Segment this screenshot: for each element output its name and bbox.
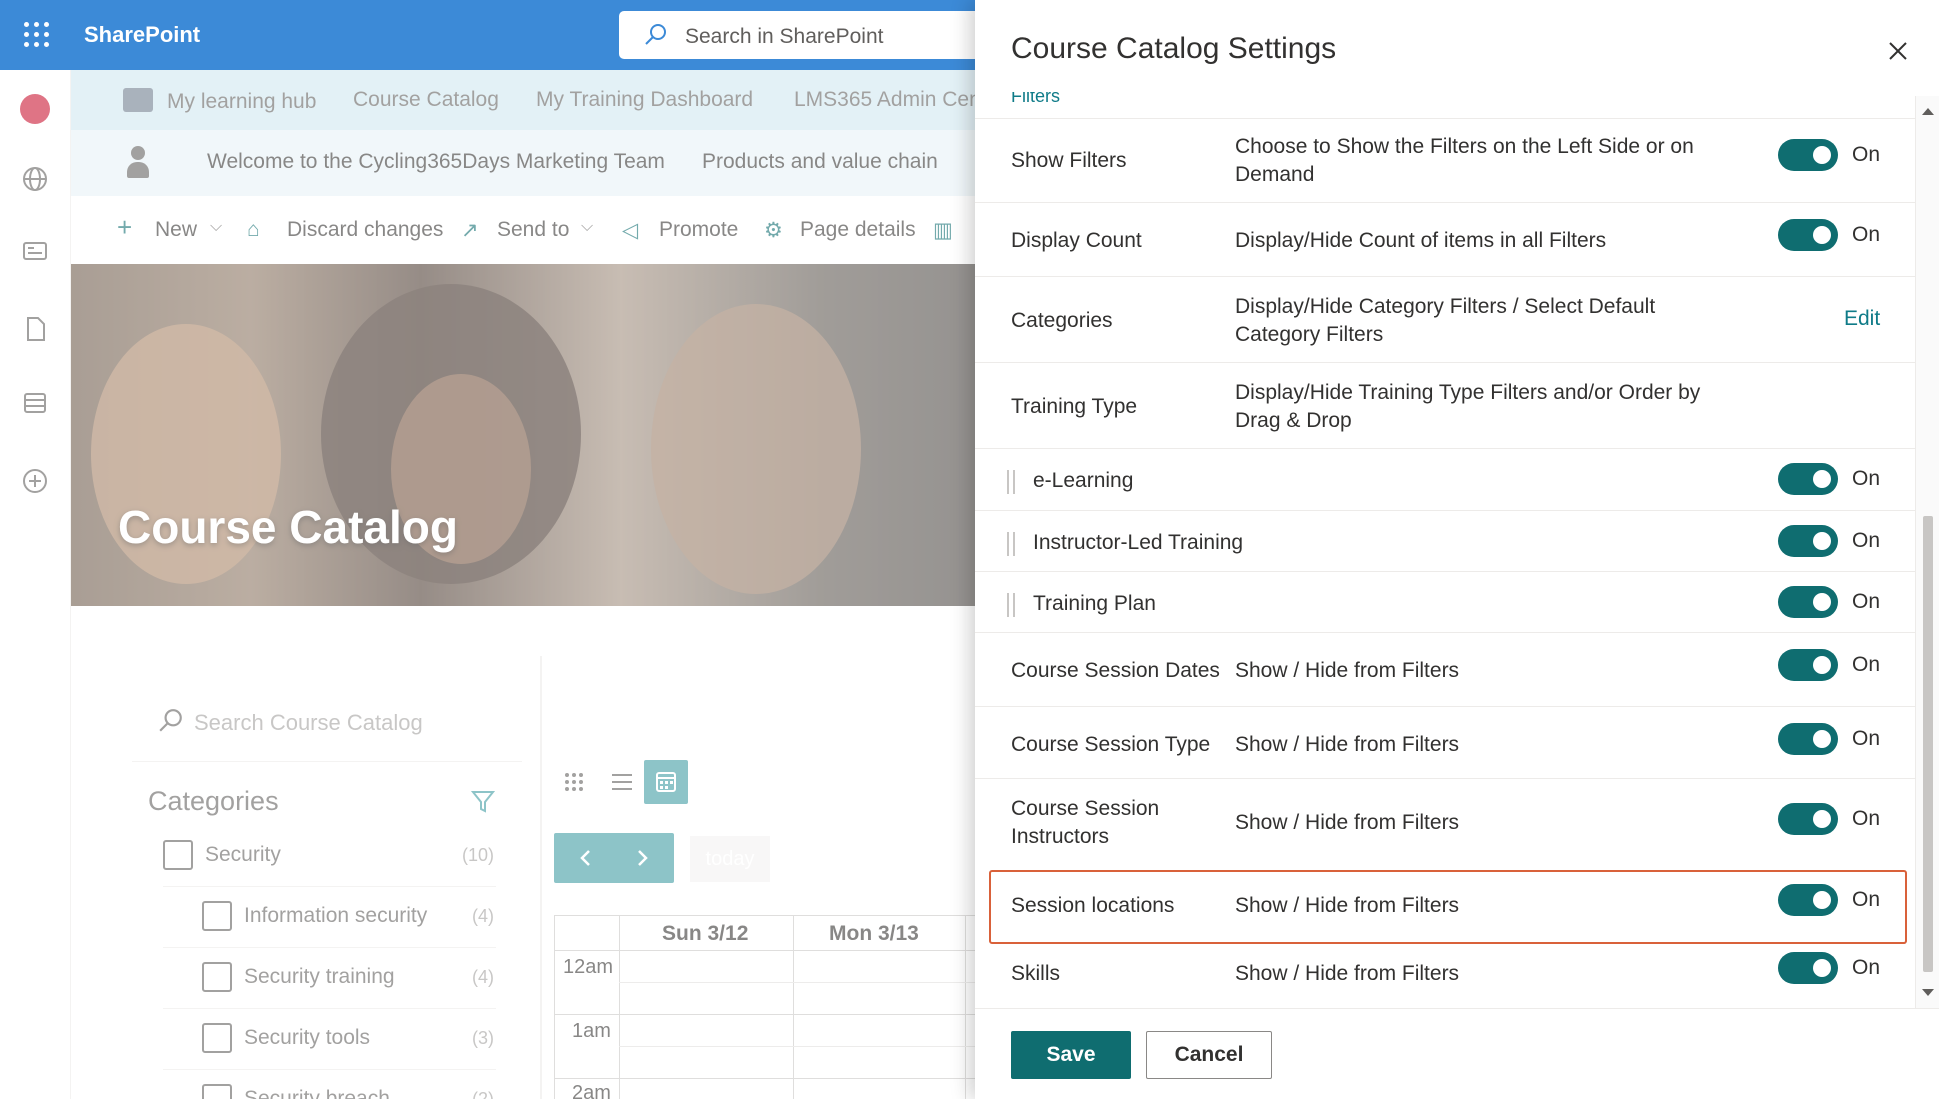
setting-name: Course Session Dates xyxy=(1011,659,1220,682)
session-locations-toggle[interactable] xyxy=(1778,884,1838,916)
setting-row-skills: Skills Show / Hide from Filters On xyxy=(975,948,1915,1008)
setting-description: Display/Hide Count of items in all Filte… xyxy=(1235,229,1607,252)
setting-description: Display/Hide Category Filters / Select D… xyxy=(1235,295,1656,346)
e-learning-toggle[interactable] xyxy=(1778,463,1838,495)
cancel-button[interactable]: Cancel xyxy=(1146,1031,1272,1079)
toggle-state: On xyxy=(1852,653,1881,676)
toggle-state: On xyxy=(1852,223,1881,246)
setting-name: e-Learning xyxy=(1033,469,1134,492)
setting-row-instructor-led: Instructor-Led Training On xyxy=(975,510,1915,571)
setting-row-training-type: Training Type Display/Hide Training Type… xyxy=(975,362,1915,448)
categories-edit-link[interactable]: Edit xyxy=(1844,307,1880,331)
setting-name: Session locations xyxy=(1011,894,1175,917)
course-session-instructors-toggle[interactable] xyxy=(1778,803,1838,835)
setting-row-course-session-instructors: Course Session Instructors Show / Hide f… xyxy=(975,778,1915,864)
setting-name: Instructor-Led Training xyxy=(1033,531,1244,554)
setting-name: Training Type xyxy=(1011,395,1138,418)
panel-scrollbar[interactable] xyxy=(1915,96,1939,1008)
scrolled-off-content: Filters xyxy=(975,92,1939,118)
scroll-up-icon[interactable] xyxy=(1922,108,1934,115)
drag-handle-icon[interactable] xyxy=(1007,470,1015,494)
toggle-state: On xyxy=(1852,956,1881,979)
setting-description: Display/Hide Training Type Filters and/o… xyxy=(1235,381,1701,432)
search-icon xyxy=(645,24,666,45)
scroll-down-icon[interactable] xyxy=(1922,989,1934,996)
setting-description: Show / Hide from Filters xyxy=(1235,811,1460,834)
setting-name: Course Session Type xyxy=(1011,733,1211,756)
brand-name[interactable]: SharePoint xyxy=(84,22,200,48)
skills-toggle[interactable] xyxy=(1778,952,1838,984)
setting-row-e-learning: e-Learning On xyxy=(975,448,1915,510)
course-session-dates-toggle[interactable] xyxy=(1778,649,1838,681)
setting-description: Show / Hide from Filters xyxy=(1235,894,1460,917)
toggle-state: On xyxy=(1852,888,1881,911)
setting-row-course-session-type: Course Session Type Show / Hide from Fil… xyxy=(975,706,1915,778)
close-icon[interactable] xyxy=(1885,38,1911,64)
toggle-state: On xyxy=(1852,529,1881,552)
setting-description: Choose to Show the Filters on the Left S… xyxy=(1235,135,1694,186)
search-placeholder: Search in SharePoint xyxy=(685,25,884,48)
cut-off-filters-link[interactable]: Filters xyxy=(1011,92,1060,107)
setting-description: Show / Hide from Filters xyxy=(1235,962,1460,985)
setting-name: Categories xyxy=(1011,309,1113,332)
drag-handle-icon[interactable] xyxy=(1007,532,1015,556)
display-count-toggle[interactable] xyxy=(1778,219,1838,251)
panel-overlay[interactable] xyxy=(0,70,975,1099)
setting-description: Show / Hide from Filters xyxy=(1235,659,1460,682)
panel-footer: Save Cancel xyxy=(975,1008,1939,1099)
setting-row-categories: Categories Display/Hide Category Filters… xyxy=(975,276,1915,362)
setting-row-session-locations: Session locations Show / Hide from Filte… xyxy=(975,864,1915,944)
setting-description: Show / Hide from Filters xyxy=(1235,733,1460,756)
training-plan-toggle[interactable] xyxy=(1778,586,1838,618)
setting-name: Skills xyxy=(1011,962,1061,985)
setting-name: Display Count xyxy=(1011,229,1142,252)
setting-row-training-plan: Training Plan On xyxy=(975,571,1915,632)
toggle-state: On xyxy=(1852,143,1881,166)
app-launcher-icon[interactable] xyxy=(24,22,50,48)
toggle-state: On xyxy=(1852,590,1881,613)
toggle-state: On xyxy=(1852,807,1881,830)
setting-name: Training Plan xyxy=(1033,592,1156,615)
settings-list: Show Filters Choose to Show the Filters … xyxy=(975,118,1915,1008)
toggle-state: On xyxy=(1852,467,1881,490)
setting-row-course-session-dates: Course Session Dates Show / Hide from Fi… xyxy=(975,632,1915,706)
scrollbar-thumb[interactable] xyxy=(1923,516,1933,972)
panel-title: Course Catalog Settings xyxy=(1011,32,1337,65)
toggle-state: On xyxy=(1852,727,1881,750)
setting-row-show-filters: Show Filters Choose to Show the Filters … xyxy=(975,118,1915,202)
show-filters-toggle[interactable] xyxy=(1778,139,1838,171)
drag-handle-icon[interactable] xyxy=(1007,593,1015,617)
setting-name: Course Session Instructors xyxy=(1011,797,1160,848)
settings-panel: Course Catalog Settings Filters Show Fil… xyxy=(975,0,1939,1099)
setting-name: Show Filters xyxy=(1011,149,1127,172)
setting-row-display-count: Display Count Display/Hide Count of item… xyxy=(975,202,1915,276)
save-button[interactable]: Save xyxy=(1011,1031,1131,1079)
instructor-led-toggle[interactable] xyxy=(1778,525,1838,557)
course-session-type-toggle[interactable] xyxy=(1778,723,1838,755)
